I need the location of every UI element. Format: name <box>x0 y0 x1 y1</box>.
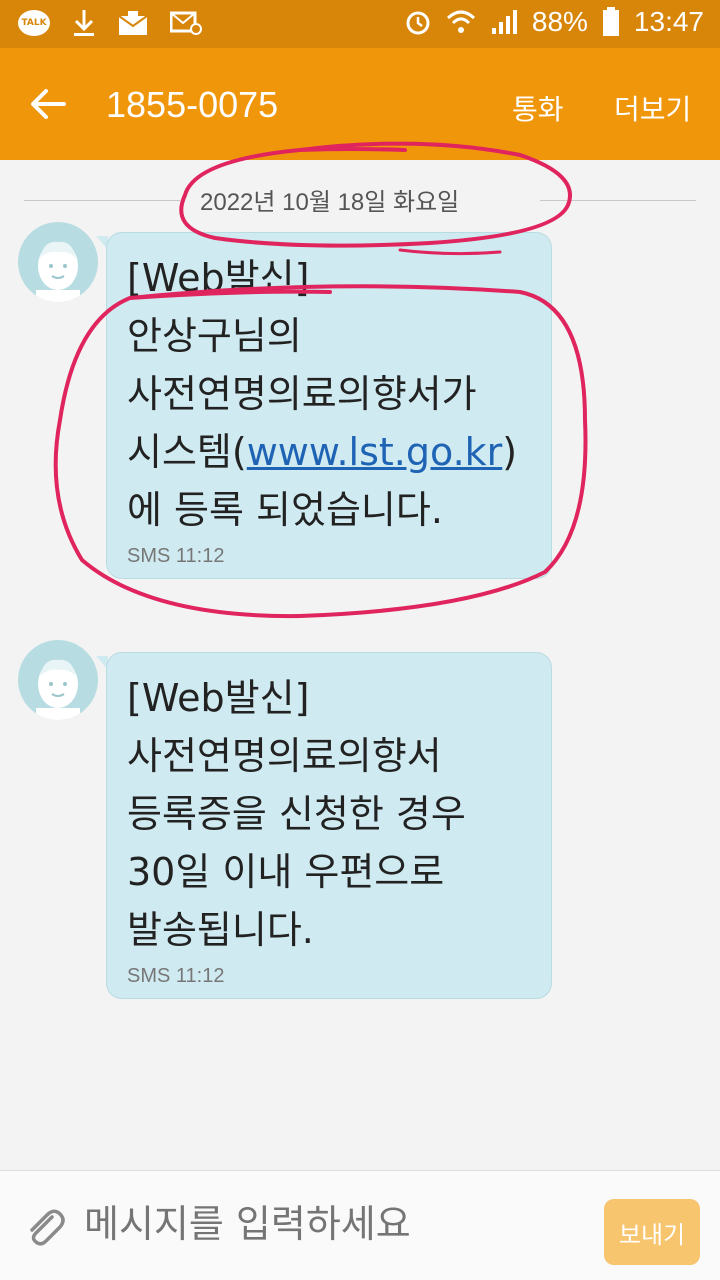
clock: 13:47 <box>633 6 704 37</box>
date-label: 2022년 10월 18일 화요일 <box>200 189 460 216</box>
sender-avatar[interactable] <box>18 640 98 720</box>
mail-icon <box>118 11 148 35</box>
message-bubble[interactable]: [Web발신] 안상구님의 사전연명의료의향서가 시스템(www.lst.go.… <box>106 232 552 579</box>
message-text: [Web발신] 사전연명의료의향서 등록증을 신청한 경우 30일 이내 우편으… <box>127 676 466 952</box>
call-button[interactable]: 통화 <box>512 88 564 128</box>
message-link[interactable]: www.lst.go.kr <box>247 430 503 474</box>
alarm-icon <box>406 11 430 35</box>
status-bar: TALK 88% 13:47 <box>0 0 720 48</box>
date-divider: 2022년 10월 18일 화요일 <box>24 176 696 220</box>
message-text: [Web발신] 안상구님의 사전연명의료의향서가 시스템(www.lst.go.… <box>127 249 531 539</box>
message-bubble[interactable]: [Web발신] 사전연명의료의향서 등록증을 신청한 경우 30일 이내 우편으… <box>106 652 552 999</box>
battery-percent: 88% <box>531 6 588 37</box>
message-composer: 보내기 <box>0 1170 720 1280</box>
signal-icon <box>491 10 517 34</box>
back-arrow-icon[interactable] <box>26 82 70 126</box>
battery-icon <box>602 7 619 36</box>
paperclip-icon[interactable] <box>22 1205 66 1249</box>
kakaotalk-icon: TALK <box>18 10 50 36</box>
app-bar: 1855-0075 통화 더보기 <box>0 48 720 160</box>
send-button[interactable]: 보내기 <box>604 1199 700 1265</box>
email-at-icon <box>170 11 202 35</box>
sender-avatar[interactable] <box>18 222 98 302</box>
wifi-icon <box>446 10 475 33</box>
message-input[interactable] <box>84 1199 584 1249</box>
message-meta: SMS 11:12 <box>127 965 225 987</box>
more-button[interactable]: 더보기 <box>614 88 691 128</box>
conversation-title: 1855-0075 <box>106 84 279 125</box>
person-icon <box>36 659 80 720</box>
message-meta: SMS 11:12 <box>127 545 225 567</box>
person-icon <box>36 241 80 302</box>
download-icon <box>74 10 94 36</box>
